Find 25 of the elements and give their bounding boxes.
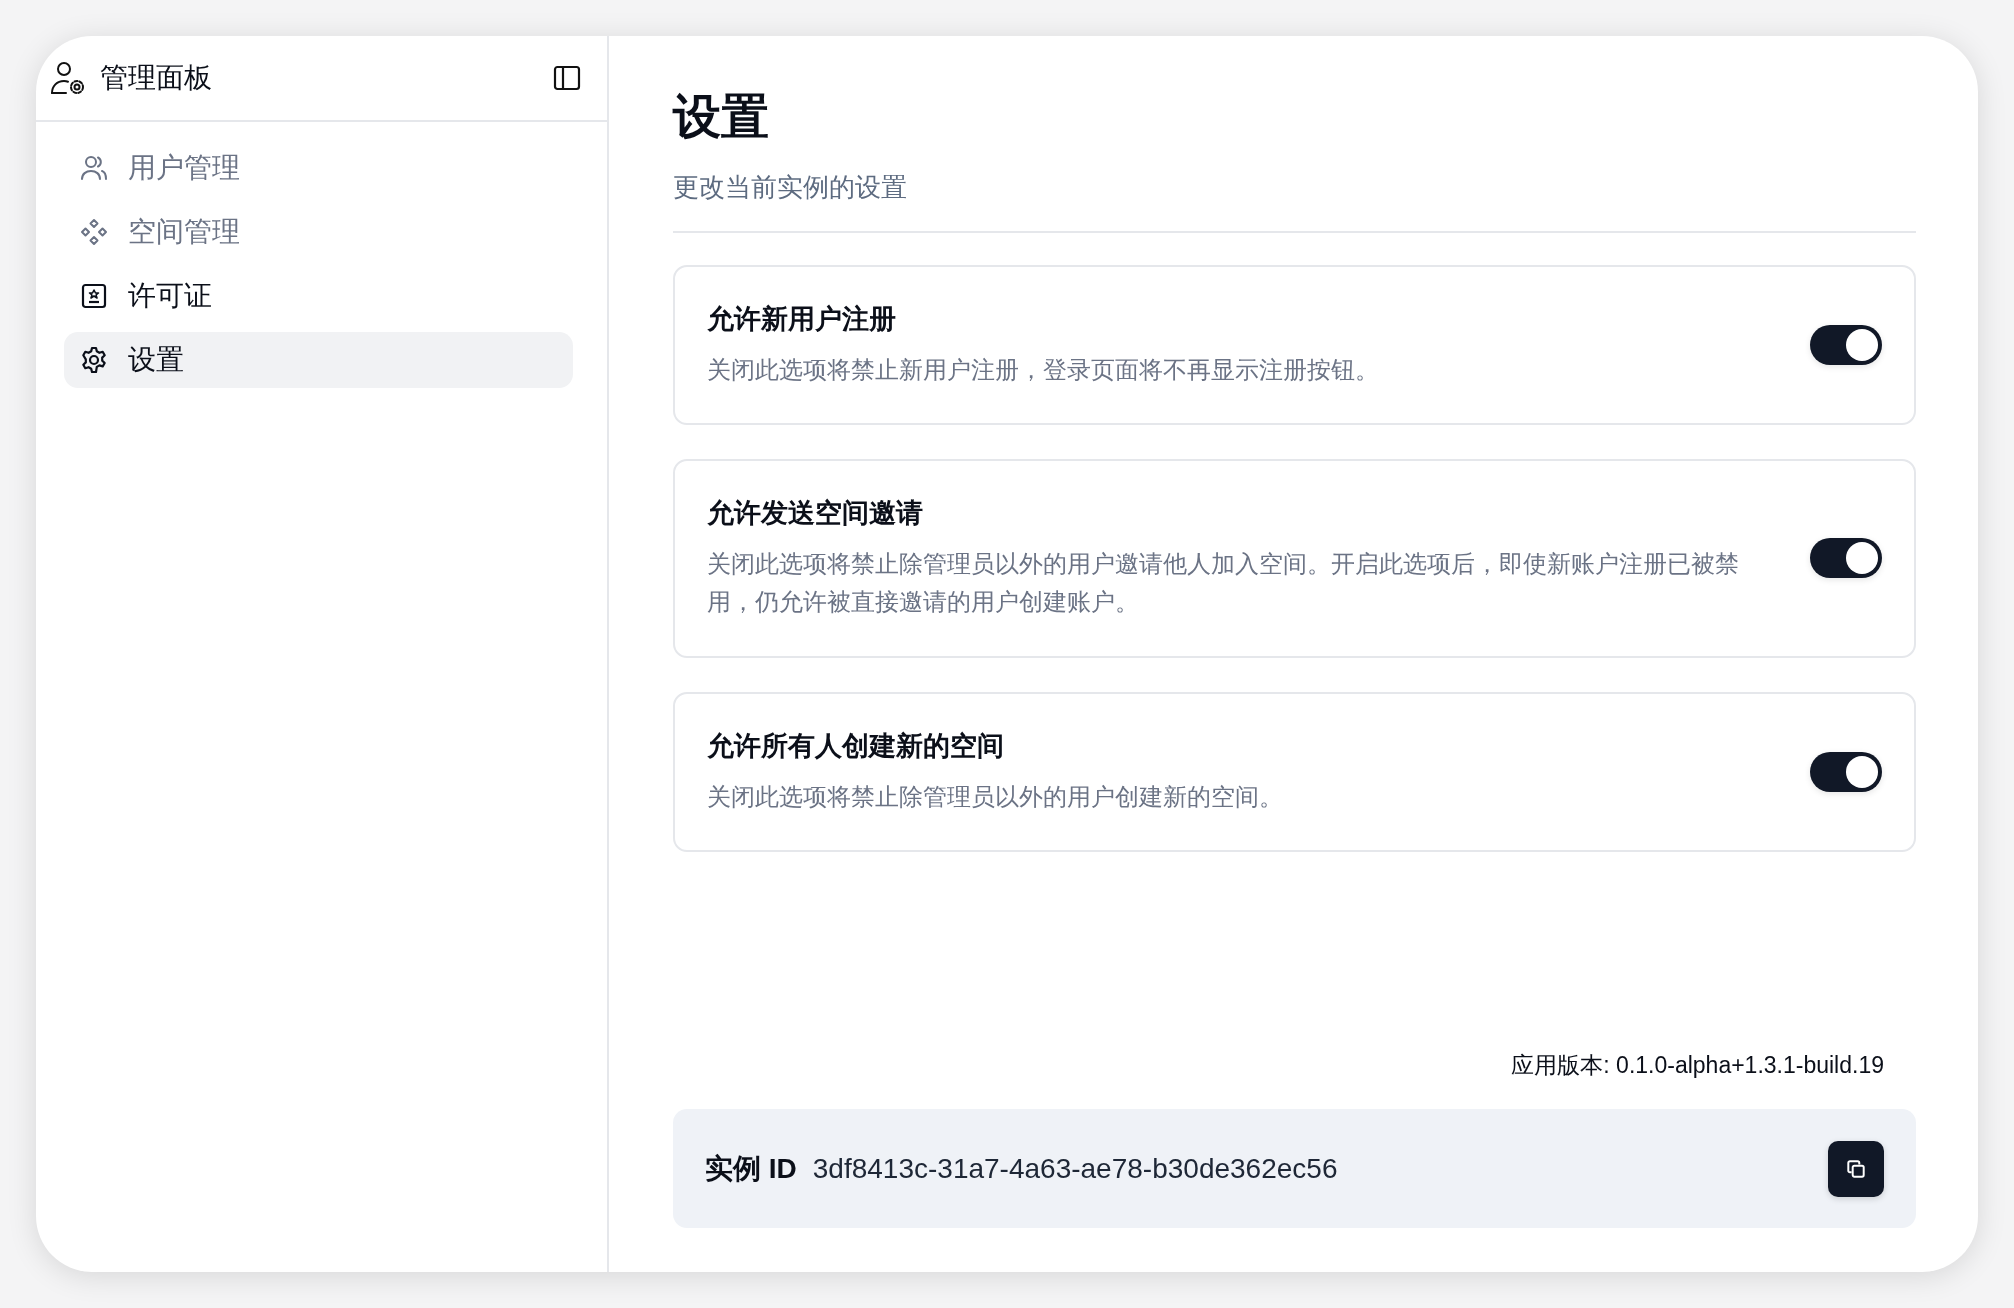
instance-id-label: 实例 ID xyxy=(705,1151,797,1186)
app-version: 应用版本: 0.1.0-alpha+1.3.1-build.19 xyxy=(1511,1051,1884,1080)
sidebar-toggle-icon[interactable] xyxy=(553,64,581,92)
setting-title: 允许发送空间邀请 xyxy=(707,497,924,530)
instance-id-value: 3df8413c-31a7-4a63-ae78-b30de362ec56 xyxy=(812,1152,1339,1185)
page-subtitle: 更改当前实例的设置 xyxy=(673,170,907,204)
nav-item[interactable]: 许可证 xyxy=(64,268,573,324)
setting-description: 关闭此选项将禁止除管理员以外的用户创建新的空间。 xyxy=(707,781,1284,812)
setting-description: 关闭此选项将禁止新用户注册，登录页面将不再显示注册按钮。 xyxy=(707,354,1380,385)
setting-title: 允许新用户注册 xyxy=(707,302,897,336)
settings-icon xyxy=(80,346,108,374)
badge-card-icon xyxy=(80,282,108,310)
user-gear-icon xyxy=(50,60,86,96)
diamonds-icon xyxy=(80,218,108,246)
nav-item[interactable]: 设置 xyxy=(64,332,573,388)
copy-icon xyxy=(1845,1157,1867,1180)
copy-button[interactable] xyxy=(1828,1140,1884,1197)
setting-title: 允许所有人创建新的空间 xyxy=(707,729,1005,763)
sidebar-title: 管理面板 xyxy=(100,61,213,95)
page-title: 设置 xyxy=(673,89,769,145)
users-icon xyxy=(80,154,108,182)
toggle-switch[interactable] xyxy=(1810,751,1882,792)
toggle-switch[interactable] xyxy=(1810,538,1882,579)
toggle-switch[interactable] xyxy=(1810,324,1882,365)
setting-description: 关闭此选项将禁止除管理员以外的用户邀请他人加入空间。开启此选项后，即使新账户注册已被禁用，仍允许被直接邀请的用户创建账户。 xyxy=(707,549,1740,618)
